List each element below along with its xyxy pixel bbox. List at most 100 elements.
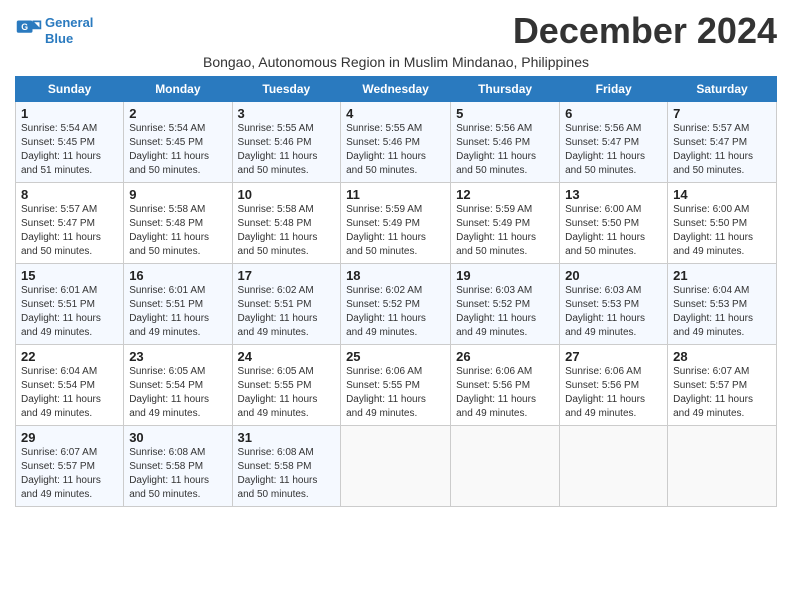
- calendar-day-cell[interactable]: 3 Sunrise: 5:55 AMSunset: 5:46 PMDayligh…: [232, 102, 341, 183]
- weekday-header-cell: Friday: [560, 77, 668, 102]
- calendar-day-cell[interactable]: 14 Sunrise: 6:00 AMSunset: 5:50 PMDaylig…: [668, 183, 777, 264]
- day-number: 15: [21, 268, 118, 283]
- day-info: Sunrise: 5:59 AMSunset: 5:49 PMDaylight:…: [456, 204, 536, 257]
- calendar-day-cell[interactable]: 1 Sunrise: 5:54 AMSunset: 5:45 PMDayligh…: [16, 102, 124, 183]
- calendar-day-cell[interactable]: 27 Sunrise: 6:06 AMSunset: 5:56 PMDaylig…: [560, 345, 668, 426]
- day-info: Sunrise: 5:59 AMSunset: 5:49 PMDaylight:…: [346, 204, 426, 257]
- day-number: 29: [21, 430, 118, 445]
- day-info: Sunrise: 5:55 AMSunset: 5:46 PMDaylight:…: [346, 123, 426, 176]
- weekday-header-cell: Wednesday: [341, 77, 451, 102]
- day-info: Sunrise: 5:57 AMSunset: 5:47 PMDaylight:…: [673, 123, 753, 176]
- calendar-day-cell[interactable]: 24 Sunrise: 6:05 AMSunset: 5:55 PMDaylig…: [232, 345, 341, 426]
- day-number: 9: [129, 187, 226, 202]
- day-info: Sunrise: 6:03 AMSunset: 5:52 PMDaylight:…: [456, 285, 536, 338]
- calendar-day-cell[interactable]: 26 Sunrise: 6:06 AMSunset: 5:56 PMDaylig…: [451, 345, 560, 426]
- logo-blue: Blue: [45, 31, 73, 46]
- calendar-day-cell[interactable]: 18 Sunrise: 6:02 AMSunset: 5:52 PMDaylig…: [341, 264, 451, 345]
- calendar-day-cell[interactable]: [668, 426, 777, 507]
- day-info: Sunrise: 6:06 AMSunset: 5:55 PMDaylight:…: [346, 366, 426, 419]
- day-number: 26: [456, 349, 554, 364]
- page-header: G General Blue December 2024: [15, 10, 777, 52]
- day-info: Sunrise: 6:01 AMSunset: 5:51 PMDaylight:…: [129, 285, 209, 338]
- calendar-week-row: 29 Sunrise: 6:07 AMSunset: 5:57 PMDaylig…: [16, 426, 777, 507]
- calendar-day-cell[interactable]: 23 Sunrise: 6:05 AMSunset: 5:54 PMDaylig…: [124, 345, 232, 426]
- calendar-day-cell[interactable]: 10 Sunrise: 5:58 AMSunset: 5:48 PMDaylig…: [232, 183, 341, 264]
- calendar-day-cell[interactable]: 20 Sunrise: 6:03 AMSunset: 5:53 PMDaylig…: [560, 264, 668, 345]
- day-info: Sunrise: 5:54 AMSunset: 5:45 PMDaylight:…: [21, 123, 101, 176]
- day-info: Sunrise: 5:58 AMSunset: 5:48 PMDaylight:…: [238, 204, 318, 257]
- weekday-header-cell: Thursday: [451, 77, 560, 102]
- calendar-day-cell[interactable]: 15 Sunrise: 6:01 AMSunset: 5:51 PMDaylig…: [16, 264, 124, 345]
- day-info: Sunrise: 6:04 AMSunset: 5:53 PMDaylight:…: [673, 285, 753, 338]
- logo-general: General: [45, 15, 93, 30]
- day-number: 2: [129, 106, 226, 121]
- calendar-body: 1 Sunrise: 5:54 AMSunset: 5:45 PMDayligh…: [16, 102, 777, 507]
- weekday-header-cell: Sunday: [16, 77, 124, 102]
- calendar-day-cell[interactable]: 11 Sunrise: 5:59 AMSunset: 5:49 PMDaylig…: [341, 183, 451, 264]
- day-number: 17: [238, 268, 336, 283]
- day-number: 4: [346, 106, 445, 121]
- calendar-day-cell[interactable]: 30 Sunrise: 6:08 AMSunset: 5:58 PMDaylig…: [124, 426, 232, 507]
- calendar-day-cell[interactable]: 16 Sunrise: 6:01 AMSunset: 5:51 PMDaylig…: [124, 264, 232, 345]
- day-number: 1: [21, 106, 118, 121]
- calendar-day-cell[interactable]: 7 Sunrise: 5:57 AMSunset: 5:47 PMDayligh…: [668, 102, 777, 183]
- day-info: Sunrise: 6:05 AMSunset: 5:55 PMDaylight:…: [238, 366, 318, 419]
- day-info: Sunrise: 6:03 AMSunset: 5:53 PMDaylight:…: [565, 285, 645, 338]
- calendar-day-cell[interactable]: [341, 426, 451, 507]
- calendar-day-cell[interactable]: 13 Sunrise: 6:00 AMSunset: 5:50 PMDaylig…: [560, 183, 668, 264]
- logo: G General Blue: [15, 15, 93, 46]
- weekday-header-cell: Tuesday: [232, 77, 341, 102]
- day-number: 21: [673, 268, 771, 283]
- calendar-day-cell[interactable]: 25 Sunrise: 6:06 AMSunset: 5:55 PMDaylig…: [341, 345, 451, 426]
- day-info: Sunrise: 5:55 AMSunset: 5:46 PMDaylight:…: [238, 123, 318, 176]
- day-number: 31: [238, 430, 336, 445]
- day-number: 16: [129, 268, 226, 283]
- day-info: Sunrise: 6:06 AMSunset: 5:56 PMDaylight:…: [456, 366, 536, 419]
- day-number: 14: [673, 187, 771, 202]
- calendar-day-cell[interactable]: 4 Sunrise: 5:55 AMSunset: 5:46 PMDayligh…: [341, 102, 451, 183]
- day-info: Sunrise: 6:04 AMSunset: 5:54 PMDaylight:…: [21, 366, 101, 419]
- calendar-day-cell[interactable]: 28 Sunrise: 6:07 AMSunset: 5:57 PMDaylig…: [668, 345, 777, 426]
- calendar-day-cell[interactable]: 12 Sunrise: 5:59 AMSunset: 5:49 PMDaylig…: [451, 183, 560, 264]
- day-info: Sunrise: 6:08 AMSunset: 5:58 PMDaylight:…: [129, 447, 209, 500]
- location-subtitle: Bongao, Autonomous Region in Muslim Mind…: [15, 54, 777, 70]
- day-number: 12: [456, 187, 554, 202]
- calendar-week-row: 8 Sunrise: 5:57 AMSunset: 5:47 PMDayligh…: [16, 183, 777, 264]
- calendar-day-cell[interactable]: [451, 426, 560, 507]
- day-info: Sunrise: 5:58 AMSunset: 5:48 PMDaylight:…: [129, 204, 209, 257]
- day-number: 30: [129, 430, 226, 445]
- day-info: Sunrise: 6:06 AMSunset: 5:56 PMDaylight:…: [565, 366, 645, 419]
- calendar-day-cell[interactable]: 22 Sunrise: 6:04 AMSunset: 5:54 PMDaylig…: [16, 345, 124, 426]
- calendar-week-row: 1 Sunrise: 5:54 AMSunset: 5:45 PMDayligh…: [16, 102, 777, 183]
- day-info: Sunrise: 5:56 AMSunset: 5:46 PMDaylight:…: [456, 123, 536, 176]
- day-info: Sunrise: 5:56 AMSunset: 5:47 PMDaylight:…: [565, 123, 645, 176]
- day-number: 24: [238, 349, 336, 364]
- day-number: 8: [21, 187, 118, 202]
- calendar-day-cell[interactable]: 31 Sunrise: 6:08 AMSunset: 5:58 PMDaylig…: [232, 426, 341, 507]
- calendar-day-cell[interactable]: [560, 426, 668, 507]
- calendar-day-cell[interactable]: 29 Sunrise: 6:07 AMSunset: 5:57 PMDaylig…: [16, 426, 124, 507]
- calendar-day-cell[interactable]: 5 Sunrise: 5:56 AMSunset: 5:46 PMDayligh…: [451, 102, 560, 183]
- svg-text:G: G: [21, 22, 28, 32]
- calendar-day-cell[interactable]: 17 Sunrise: 6:02 AMSunset: 5:51 PMDaylig…: [232, 264, 341, 345]
- day-number: 19: [456, 268, 554, 283]
- day-number: 23: [129, 349, 226, 364]
- calendar-day-cell[interactable]: 2 Sunrise: 5:54 AMSunset: 5:45 PMDayligh…: [124, 102, 232, 183]
- weekday-header-cell: Saturday: [668, 77, 777, 102]
- calendar-day-cell[interactable]: 8 Sunrise: 5:57 AMSunset: 5:47 PMDayligh…: [16, 183, 124, 264]
- day-number: 10: [238, 187, 336, 202]
- calendar-day-cell[interactable]: 6 Sunrise: 5:56 AMSunset: 5:47 PMDayligh…: [560, 102, 668, 183]
- calendar-day-cell[interactable]: 9 Sunrise: 5:58 AMSunset: 5:48 PMDayligh…: [124, 183, 232, 264]
- day-number: 13: [565, 187, 662, 202]
- calendar-week-row: 15 Sunrise: 6:01 AMSunset: 5:51 PMDaylig…: [16, 264, 777, 345]
- day-number: 22: [21, 349, 118, 364]
- calendar-day-cell[interactable]: 21 Sunrise: 6:04 AMSunset: 5:53 PMDaylig…: [668, 264, 777, 345]
- day-number: 28: [673, 349, 771, 364]
- day-number: 6: [565, 106, 662, 121]
- day-number: 27: [565, 349, 662, 364]
- day-info: Sunrise: 6:08 AMSunset: 5:58 PMDaylight:…: [238, 447, 318, 500]
- day-number: 18: [346, 268, 445, 283]
- day-number: 11: [346, 187, 445, 202]
- calendar-day-cell[interactable]: 19 Sunrise: 6:03 AMSunset: 5:52 PMDaylig…: [451, 264, 560, 345]
- day-info: Sunrise: 6:07 AMSunset: 5:57 PMDaylight:…: [21, 447, 101, 500]
